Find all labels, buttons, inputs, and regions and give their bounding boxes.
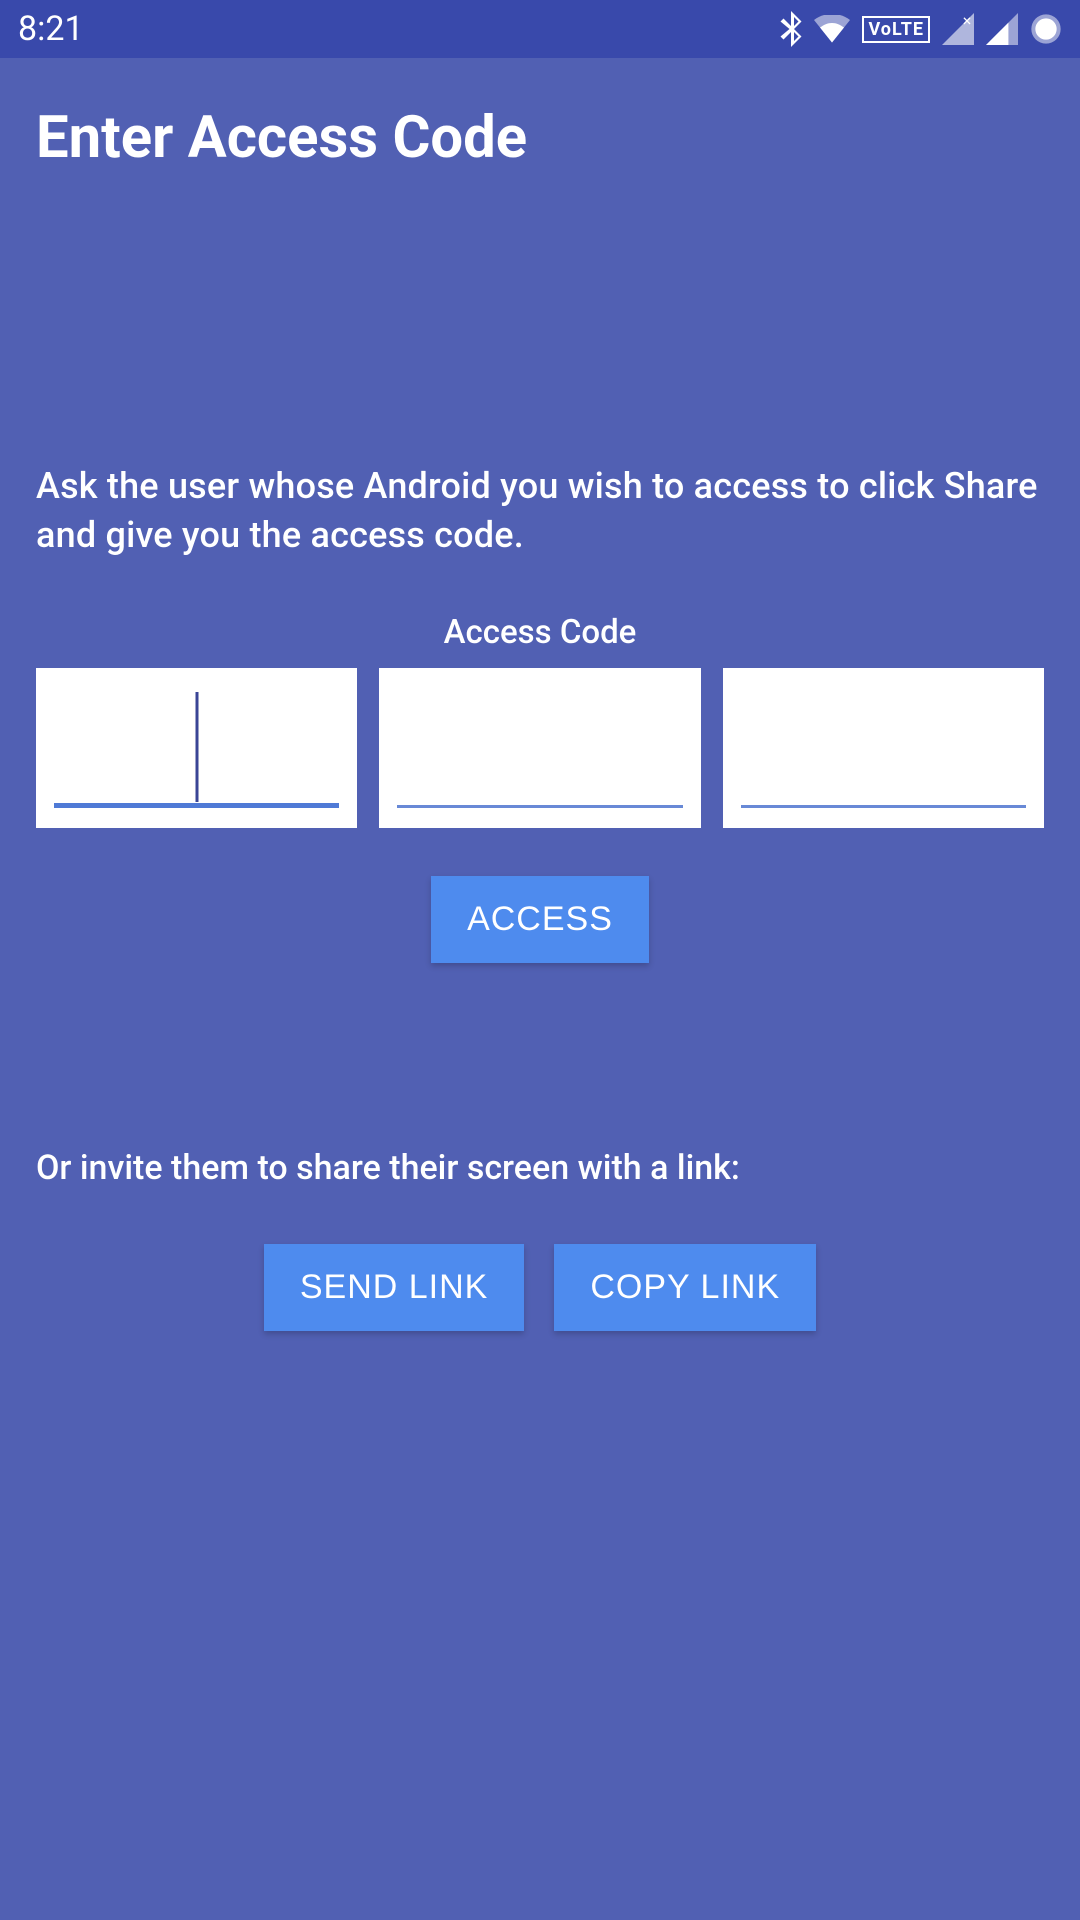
signal-2-icon <box>986 13 1018 45</box>
access-button[interactable]: ACCESS <box>431 876 649 963</box>
status-icons: VoLTE × <box>780 11 1062 47</box>
input-underline <box>54 803 339 808</box>
instruction-text: Ask the user whose Android you wish to a… <box>36 462 1044 559</box>
invite-text: Or invite them to share their screen wit… <box>36 1148 1044 1188</box>
input-underline <box>741 805 1026 808</box>
copy-link-button[interactable]: COPY LINK <box>554 1244 816 1331</box>
record-icon <box>1030 13 1062 45</box>
volte-indicator: VoLTE <box>862 16 930 43</box>
code-input-2[interactable] <box>379 668 700 828</box>
access-code-label: Access Code <box>36 613 1044 652</box>
input-underline <box>397 805 682 808</box>
signal-1-icon: × <box>942 13 974 45</box>
status-bar: 8:21 VoLTE × <box>0 0 1080 58</box>
text-cursor <box>195 692 198 802</box>
status-time: 8:21 <box>18 9 84 49</box>
bluetooth-icon <box>780 11 802 47</box>
send-link-button[interactable]: SEND LINK <box>264 1244 525 1331</box>
page-title: Enter Access Code <box>36 104 1044 172</box>
code-input-3[interactable] <box>723 668 1044 828</box>
svg-text:×: × <box>963 13 972 30</box>
link-buttons-row: SEND LINK COPY LINK <box>36 1244 1044 1331</box>
code-input-1[interactable] <box>36 668 357 828</box>
main-content: Enter Access Code Ask the user whose And… <box>0 58 1080 1367</box>
wifi-icon <box>814 15 850 43</box>
code-input-row <box>36 668 1044 828</box>
